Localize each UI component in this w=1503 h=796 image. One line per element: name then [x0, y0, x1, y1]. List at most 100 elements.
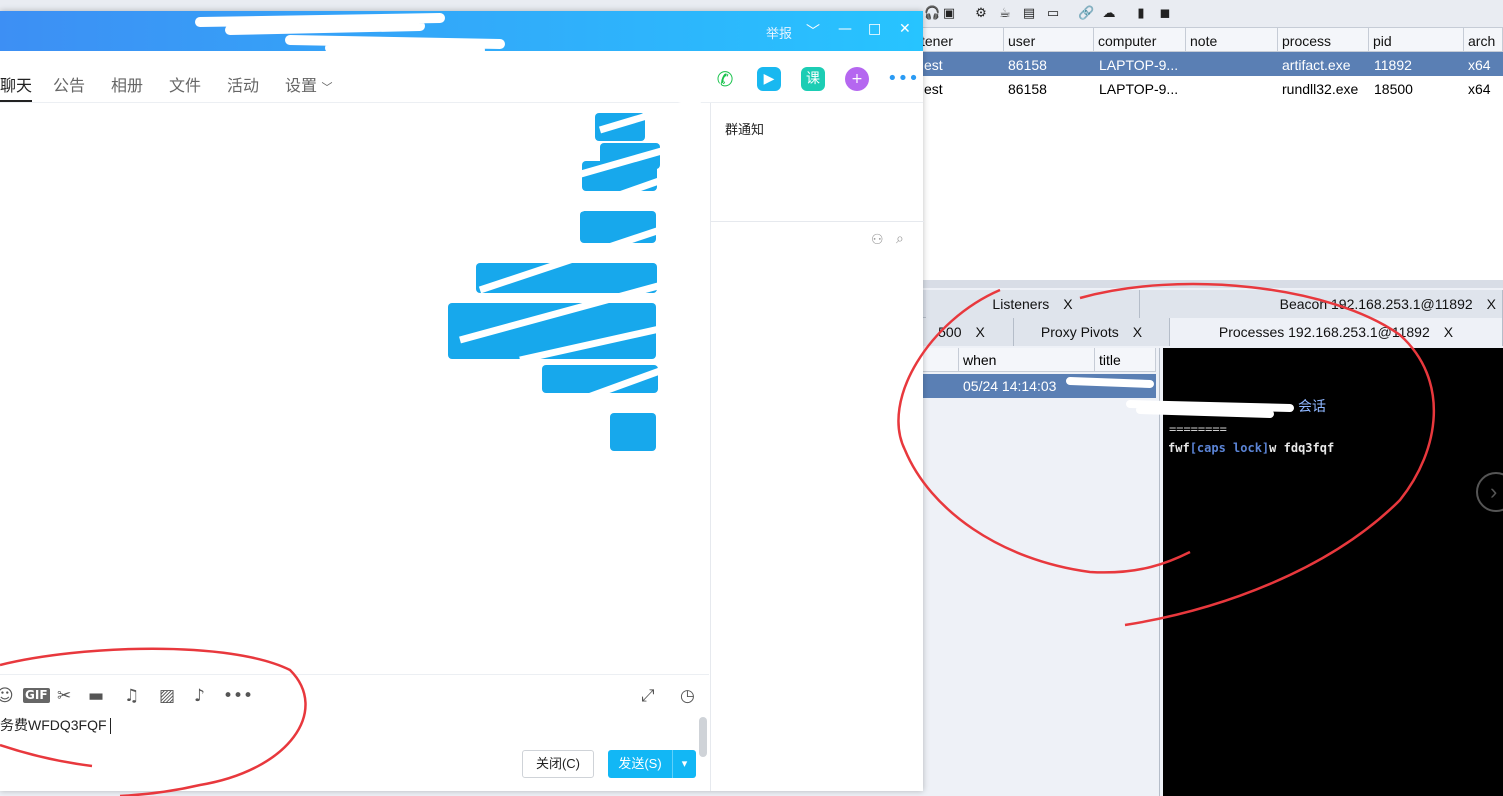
cell-arch: x64	[1468, 57, 1491, 73]
column-header-title[interactable]: title	[1095, 348, 1156, 372]
member-list-header: ⚇ ⌕	[711, 221, 924, 257]
split-divider[interactable]	[910, 280, 1503, 288]
console-title: 会话	[1298, 399, 1326, 415]
coffee-icon[interactable]: ☕	[998, 7, 1012, 21]
chevron-down-icon[interactable]: ﹀	[806, 21, 820, 41]
emoji-icon[interactable]: ☺	[0, 687, 14, 705]
close-icon[interactable]: X	[1133, 324, 1142, 340]
expand-icon[interactable]: ⤢	[641, 687, 655, 705]
tab-processes[interactable]: Processes 192.168.253.1@11892 X	[1170, 318, 1503, 346]
close-icon[interactable]: X	[1063, 296, 1072, 312]
tab-beacon[interactable]: Beacon 192.168.253.1@11892 X	[1140, 290, 1503, 318]
tab-keystrokes[interactable]: 500 X	[910, 318, 1014, 346]
more-tools-icon[interactable]: •••	[223, 687, 253, 705]
tab-proxy-pivots[interactable]: Proxy Pivots X	[1014, 318, 1170, 346]
course-icon[interactable]: 课	[801, 67, 825, 91]
cloud-icon[interactable]: ☁	[1102, 7, 1116, 21]
cell-arch: x64	[1468, 81, 1491, 97]
close-icon[interactable]: X	[1444, 324, 1453, 340]
active-tab-indicator	[0, 100, 32, 102]
tab-listeners[interactable]: Listeners X	[926, 290, 1140, 318]
qq-tab-bar: 聊天 公告 相册 文件 活动 设置 ﹀ ✆ ▶ 课 + •••	[0, 51, 923, 103]
message-input[interactable]: 务费WFDQ3FQF	[0, 715, 111, 735]
tab-album[interactable]: 相册	[111, 72, 143, 96]
chevron-down-icon[interactable]: ▾	[672, 750, 696, 778]
list-item[interactable]: 05/24 14:14:03	[910, 374, 1156, 398]
console-separator: ========	[1169, 422, 1227, 436]
keystroke-caps-lock: [caps lock]	[1189, 441, 1270, 455]
send-button-label: 发送(S)	[618, 756, 662, 771]
scrollbar[interactable]	[699, 717, 707, 757]
tab-chat[interactable]: 聊天	[0, 72, 32, 96]
column-header-arch[interactable]: arch	[1464, 28, 1503, 52]
tab-announcement[interactable]: 公告	[53, 72, 85, 96]
tab-label: Listeners	[992, 296, 1050, 312]
redacted-message	[580, 211, 656, 243]
group-notice-title: 群通知	[725, 122, 765, 137]
column-header-note[interactable]: note	[1186, 28, 1278, 52]
column-header-pid[interactable]: pid	[1369, 28, 1464, 52]
report-link[interactable]: 举报	[766, 23, 792, 42]
qq-titlebar[interactable]: 举报 ﹀ — □ ✕	[0, 11, 923, 51]
redacted-message	[476, 263, 657, 293]
video-call-icon[interactable]: ▶	[757, 67, 781, 91]
tab-label: Processes 192.168.253.1@11892	[1218, 324, 1430, 340]
cube-icon[interactable]: ◼	[1158, 7, 1172, 21]
maximize-icon[interactable]: □	[868, 21, 881, 37]
bell-icon[interactable]: ♪	[194, 687, 205, 705]
send-button[interactable]: 发送(S) ▾	[608, 750, 696, 778]
tab-settings-label: 设置	[285, 78, 318, 95]
column-header-listener[interactable]: stener	[910, 28, 1004, 52]
redacted-message	[595, 113, 645, 141]
more-icon[interactable]: •••	[887, 67, 919, 91]
column-header-computer[interactable]: computer	[1094, 28, 1186, 52]
redacted-message	[610, 413, 656, 451]
add-app-icon[interactable]: +	[845, 67, 869, 91]
close-icon[interactable]: X	[976, 324, 985, 340]
history-clock-icon[interactable]: ◷	[680, 687, 695, 705]
console-keystrokes: fwf[caps lock]w fdq3fqf	[1168, 441, 1334, 455]
close-button[interactable]: 关闭(C)	[522, 750, 594, 778]
close-icon[interactable]: X	[1487, 296, 1496, 312]
group-sidebar: 群通知 ⚇ ⌕	[710, 103, 924, 791]
tab-files[interactable]: 文件	[169, 72, 201, 96]
keystroke-suffix: w fdq3fqf	[1269, 441, 1335, 455]
tab-bar-top: Listeners X Beacon 192.168.253.1@11892 X	[910, 290, 1503, 318]
redacted-message	[542, 365, 658, 393]
column-header-user[interactable]: user	[1004, 28, 1094, 52]
keystroke-console: 会话 ======== fwf[caps lock]w fdq3fqf	[1163, 348, 1503, 796]
picture-icon[interactable]: ▨	[159, 687, 175, 705]
table-row[interactable]: est 86158 LAPTOP-9... rundll32.exe 18500…	[910, 76, 1503, 100]
message-input-text: 务费WFDQ3FQF	[0, 717, 107, 733]
phone-call-icon[interactable]: ✆	[713, 67, 737, 91]
headset-icon[interactable]: 🎧	[924, 7, 940, 21]
chevron-down-icon: ﹀	[321, 82, 333, 94]
tab-settings[interactable]: 设置 ﹀	[285, 72, 332, 96]
keystroke-list: n when title 05/24 14:14:03	[910, 348, 1160, 796]
scissors-icon[interactable]: ✂	[57, 687, 71, 705]
cell-computer: LAPTOP-9...	[1099, 57, 1179, 73]
book-icon[interactable]: ▮	[1134, 7, 1148, 21]
chat-message-area[interactable]	[0, 103, 709, 757]
table-row[interactable]: est 86158 LAPTOP-9... artifact.exe 11892…	[910, 52, 1503, 76]
document-icon[interactable]: ▤	[1022, 7, 1036, 21]
tab-activity[interactable]: 活动	[227, 72, 259, 96]
terminal-icon[interactable]: ▭	[1046, 7, 1060, 21]
column-header-when[interactable]: when	[959, 348, 1095, 372]
close-icon[interactable]: ✕	[899, 21, 911, 37]
column-header-process[interactable]: process	[1278, 28, 1369, 52]
music-icon[interactable]: ♫	[124, 687, 139, 705]
tab-bar-bottom: 500 X Proxy Pivots X Processes 192.168.253…	[910, 318, 1503, 346]
add-member-icon[interactable]: ⚇	[871, 232, 884, 248]
cell-listener: est	[924, 57, 943, 73]
link-icon[interactable]: 🔗	[1078, 7, 1094, 21]
cell-process: rundll32.exe	[1282, 81, 1359, 97]
gif-icon[interactable]: GIF	[23, 688, 50, 703]
qq-group-chat-window: 举报 ﹀ — □ ✕ 聊天 公告 相册 文件 活动 设置 ﹀ ✆ ▶ 课 + •…	[0, 11, 924, 791]
image-icon[interactable]: ▣	[942, 7, 956, 21]
gear-icon[interactable]: ⚙	[974, 7, 988, 21]
minimize-icon[interactable]: —	[838, 21, 852, 37]
folder-icon[interactable]: ▬	[88, 687, 104, 705]
cell-computer: LAPTOP-9...	[1099, 81, 1179, 97]
search-icon[interactable]: ⌕	[896, 231, 904, 247]
